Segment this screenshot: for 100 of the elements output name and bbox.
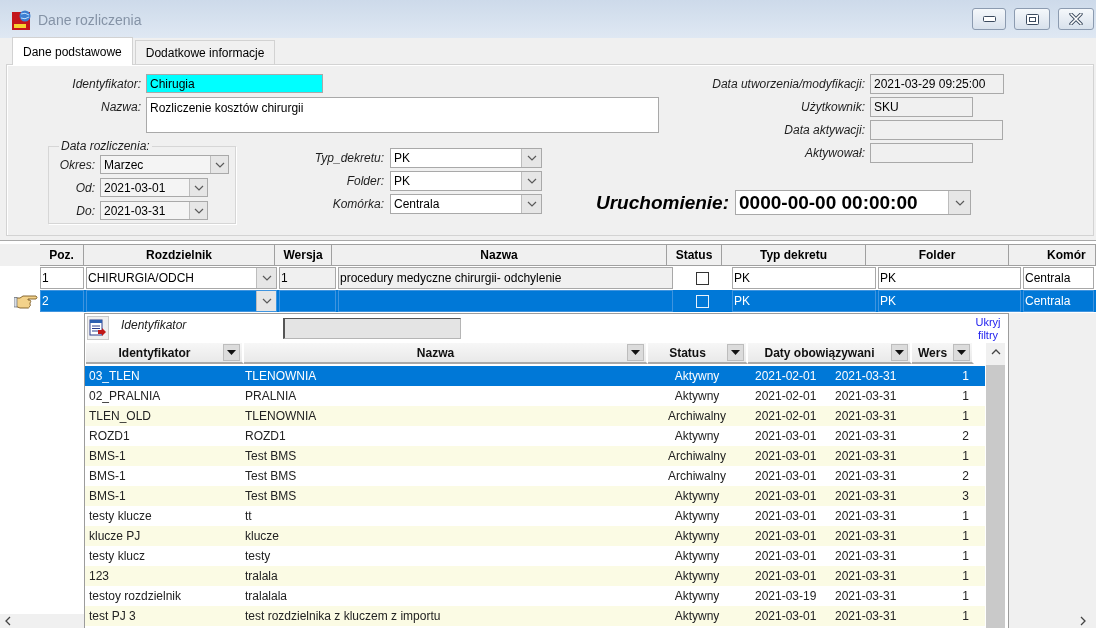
- table-cell-text: 2021-03-01: [754, 449, 818, 463]
- field-label: Uruchomienie:: [596, 191, 730, 214]
- column-header: Poz.: [40, 244, 84, 266]
- scroll-right-icon[interactable]: [1080, 616, 1086, 626]
- vertical-scrollbar[interactable]: [986, 343, 1005, 628]
- table-cell: 1: [279, 267, 336, 289]
- lookup-row[interactable]: klucze PJ klucze Aktywny 2021-03-01 2021-03-31 1: [85, 526, 985, 546]
- lookup-row[interactable]: BMS-1 Test BMS Archiwalny 2021-03-01 2021-03-31 1: [85, 446, 985, 466]
- column-filter-button[interactable]: [891, 344, 908, 361]
- table-cell-text: 2021-03-01: [754, 509, 818, 523]
- scroll-left-icon[interactable]: [5, 616, 11, 626]
- lookup-row[interactable]: 123 tralala Aktywny 2021-03-01 2021-03-31 1: [85, 566, 985, 586]
- column-filter-button[interactable]: [627, 344, 644, 361]
- chevron-down-icon: [193, 184, 204, 191]
- field-label: Aktywował:: [803, 146, 865, 160]
- column-header: Wersja: [275, 244, 332, 266]
- folder-dropdown[interactable]: PK: [390, 171, 542, 191]
- triangle-down-icon: [731, 350, 740, 355]
- table-cell: PK: [878, 290, 1021, 312]
- chevron-down-icon: [261, 298, 272, 304]
- filter-label: Identyfikator: [121, 317, 188, 332]
- table-cell-text: 2021-03-01: [754, 489, 818, 503]
- activated-by-field[interactable]: [870, 143, 973, 163]
- table-cell-text: tralala: [244, 569, 279, 583]
- date-from-dropdown[interactable]: 2021-03-01: [100, 178, 208, 197]
- entry-type-dropdown[interactable]: PK: [390, 148, 542, 168]
- table-cell-text: 1: [961, 389, 970, 403]
- table-cell-text: 2021-03-01: [754, 469, 818, 483]
- grid-row[interactable]: 2 PK PK Centrala: [0, 290, 1096, 312]
- table-cell-text: Aktywny: [673, 589, 721, 603]
- tab[interactable]: Dodatkowe informacje: [134, 40, 276, 64]
- distributor-dropdown[interactable]: CHIRURGIA/ODCH: [86, 267, 277, 289]
- table-cell-text: 2021-03-31: [834, 409, 898, 423]
- table-cell-text: 2021-03-31: [834, 389, 898, 403]
- chevron-down-icon: [526, 178, 537, 184]
- date-to-dropdown[interactable]: 2021-03-31: [100, 201, 208, 220]
- column-filter-button[interactable]: [727, 344, 744, 361]
- chevron-down-icon: [954, 199, 965, 206]
- table-cell-text: Aktywny: [673, 369, 721, 383]
- dropdown-button[interactable]: [210, 156, 228, 173]
- table-cell-text: BMS-1: [88, 469, 127, 483]
- table-cell-text: 1: [961, 449, 970, 463]
- close-button[interactable]: [1058, 8, 1094, 30]
- field-label: Typ_dekretu:: [313, 151, 384, 165]
- table-cell-text: 2021-03-31: [834, 429, 898, 443]
- maximize-button[interactable]: [1014, 8, 1050, 30]
- user-field[interactable]: SKU: [870, 97, 973, 117]
- app-icon: [12, 10, 32, 30]
- identifier-field[interactable]: Chirugia: [146, 74, 323, 93]
- dropdown-button[interactable]: [521, 195, 541, 213]
- distributor-dropdown[interactable]: [86, 290, 277, 312]
- hide-filters-link[interactable]: Ukryj filtry: [968, 314, 1008, 342]
- table-cell: procedury medyczne chirurgii- odchylenie: [338, 267, 673, 289]
- name-field[interactable]: Rozliczenie kosztów chirurgii: [146, 97, 659, 133]
- table-cell-text: 03_TLEN: [88, 369, 141, 383]
- table-cell-text: 1: [961, 549, 970, 563]
- triangle-down-icon: [227, 350, 236, 355]
- triangle-down-icon: [631, 350, 640, 355]
- activation-date-field[interactable]: [870, 120, 1003, 140]
- table-cell-text: test rozdzielnika z kluczem z importu: [244, 609, 442, 623]
- filter-options-button[interactable]: [87, 316, 109, 340]
- table-cell-text: 2021-03-31: [834, 449, 898, 463]
- dropdown-button[interactable]: [521, 172, 541, 190]
- table-cell-text: 1: [961, 509, 970, 523]
- pointing-hand-icon: [14, 293, 38, 309]
- launch-date-dropdown[interactable]: 0000-00-00 00:00:00: [735, 190, 972, 215]
- table-cell-text: 2021-03-19: [754, 589, 818, 603]
- table-cell-text: 2021-02-01: [754, 369, 818, 383]
- lookup-row[interactable]: 03_TLEN TLENOWNIA Aktywny 2021-02-01 2021-03-31 1: [85, 366, 985, 386]
- column-filter-button[interactable]: [953, 344, 970, 361]
- dropdown-button[interactable]: [521, 149, 541, 167]
- table-cell-text: TLENOWNIA: [244, 409, 318, 423]
- column-header: Nazwa: [244, 343, 648, 364]
- column-filter-button[interactable]: [223, 344, 240, 361]
- table-cell-text: 1: [961, 609, 970, 623]
- lookup-row[interactable]: TLEN_OLD TLENOWNIA Archiwalny 2021-02-01 2021-03-31 1: [85, 406, 985, 426]
- table-cell-text: Archiwalny: [667, 449, 727, 463]
- dropdown-button[interactable]: [189, 202, 207, 219]
- tab[interactable]: Dane podstawowe: [12, 37, 133, 65]
- period-dropdown[interactable]: Marzec: [100, 155, 229, 174]
- modified-date-field[interactable]: 2021-03-29 09:25:00: [870, 74, 1004, 94]
- column-header: Status: [667, 244, 722, 266]
- minimize-button[interactable]: [972, 8, 1006, 30]
- column-header: Status: [648, 343, 748, 364]
- chevron-down-icon: [193, 207, 204, 214]
- unit-dropdown[interactable]: Centrala: [390, 194, 542, 214]
- checkbox[interactable]: [696, 271, 709, 285]
- table-cell-text: PRALNIA: [244, 389, 298, 403]
- table-cell-text: 123: [88, 569, 111, 583]
- table-cell-text: 2021-03-31: [834, 509, 898, 523]
- table-cell-text: 2021-02-01: [754, 389, 818, 403]
- lookup-row[interactable]: BMS-1 Test BMS Aktywny 2021-03-01 2021-03-31 3: [85, 486, 985, 506]
- table-cell-text: tt: [244, 509, 253, 523]
- scroll-up-icon[interactable]: [990, 349, 1001, 355]
- table-cell: PK: [878, 267, 1021, 289]
- field-label: Okres:: [58, 157, 95, 172]
- lookup-row[interactable]: test PJ 3 test rozdzielnika z kluczem z importu Aktywny 2021-03-01 2021-03-31 1: [85, 606, 985, 626]
- filter-input-field[interactable]: [283, 317, 461, 339]
- table-cell-text: 2021-03-01: [754, 429, 818, 443]
- dropdown-button[interactable]: [189, 179, 207, 196]
